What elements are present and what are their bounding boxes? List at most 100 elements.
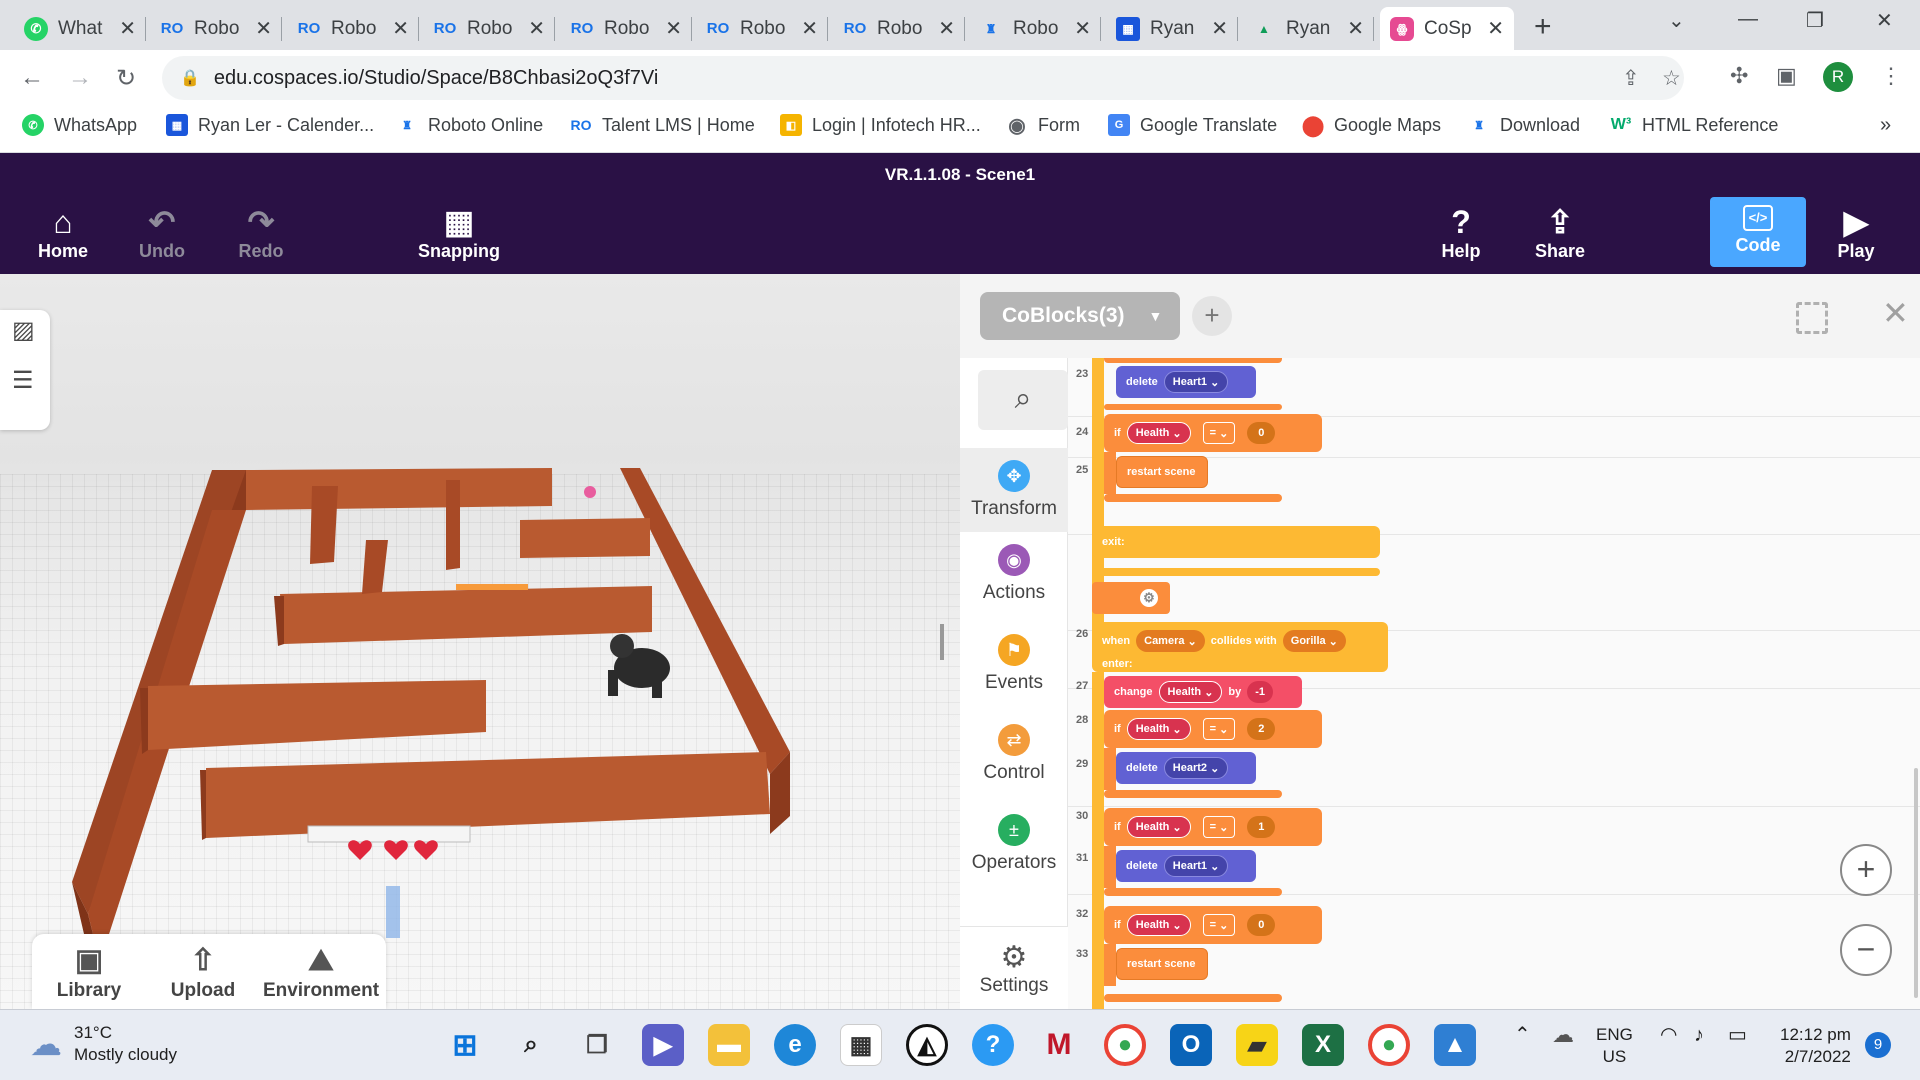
forward-arrow-icon[interactable]: → bbox=[68, 64, 92, 92]
panel-resize-handle[interactable] bbox=[940, 624, 944, 660]
list-icon[interactable]: ☰ bbox=[12, 366, 34, 395]
number-input[interactable]: -1 bbox=[1247, 681, 1274, 703]
help-button[interactable]: ? Help bbox=[1416, 203, 1506, 262]
close-icon[interactable]: ✕ bbox=[119, 16, 136, 41]
if-block[interactable]: if Health ⌄ = ⌄ 2 bbox=[1104, 710, 1322, 748]
tab-robo-2[interactable]: RO Robo ✕ bbox=[287, 7, 419, 50]
bookmark-google-maps[interactable]: ⬤ Google Maps bbox=[1302, 114, 1441, 137]
close-icon[interactable]: ✕ bbox=[801, 16, 818, 41]
block-settings-tab[interactable]: ⚙ bbox=[1092, 582, 1170, 614]
tab-ryan-drive[interactable]: ▲ Ryan ✕ bbox=[1242, 7, 1374, 50]
close-icon[interactable]: ✕ bbox=[528, 16, 545, 41]
minimize-icon[interactable]: — bbox=[1738, 8, 1758, 31]
number-input[interactable]: 0 bbox=[1247, 422, 1276, 444]
close-window-icon[interactable]: ✕ bbox=[1876, 8, 1893, 33]
edge-icon[interactable]: e bbox=[774, 1024, 816, 1066]
coblocks-tab[interactable]: CoBlocks(3) ▼ bbox=[980, 292, 1180, 340]
chrome-icon[interactable]: ● bbox=[1368, 1024, 1410, 1066]
snapping-button[interactable]: ▦ Snapping bbox=[414, 203, 504, 262]
extensions-puzzle-icon[interactable]: ✣ bbox=[1730, 63, 1748, 89]
delete-block[interactable]: delete Heart1 ⌄ bbox=[1116, 850, 1256, 882]
variable-dropdown[interactable]: Health ⌄ bbox=[1158, 681, 1223, 703]
workspace-scrollbar[interactable] bbox=[1914, 768, 1918, 998]
upload-button[interactable]: ⇧ Upload bbox=[148, 942, 258, 1002]
variable-dropdown[interactable]: Health ⌄ bbox=[1126, 718, 1191, 740]
url-field[interactable]: 🔒 edu.cospaces.io/Studio/Space/B8Chbasi2… bbox=[162, 56, 1684, 100]
zoom-out-button[interactable]: − bbox=[1840, 924, 1892, 976]
category-transform[interactable]: ✥ Transform bbox=[960, 448, 1068, 532]
clock[interactable]: 12:12 pm 2/7/2022 bbox=[1780, 1024, 1851, 1068]
outlook-icon[interactable]: O bbox=[1170, 1024, 1212, 1066]
close-icon[interactable]: ✕ bbox=[1074, 16, 1091, 41]
close-icon[interactable]: ✕ bbox=[938, 16, 955, 41]
if-block[interactable]: if Health ⌄ = ⌄ 1 bbox=[1104, 808, 1322, 846]
bookmark-whatsapp[interactable]: ✆ WhatsApp bbox=[22, 114, 137, 136]
bookmark-star-icon[interactable]: ☆ bbox=[1662, 66, 1681, 91]
object-dropdown[interactable]: Heart2 ⌄ bbox=[1163, 757, 1229, 779]
volume-icon[interactable]: ♪ bbox=[1694, 1024, 1704, 1046]
tab-ryan-calendar[interactable]: ▦ Ryan ✕ bbox=[1106, 7, 1238, 50]
category-operators[interactable]: ± Operators bbox=[960, 814, 1068, 874]
gear-icon[interactable]: ⚙ bbox=[1140, 589, 1158, 607]
search-icon[interactable]: ⌕ bbox=[510, 1024, 552, 1066]
tab-robo-6[interactable]: RO Robo ✕ bbox=[833, 7, 965, 50]
sticky-notes-icon[interactable]: ▰ bbox=[1236, 1024, 1278, 1066]
redo-button[interactable]: ↷ Redo bbox=[216, 203, 306, 262]
side-panel-icon[interactable]: ▣ bbox=[1776, 63, 1797, 89]
number-input[interactable]: 1 bbox=[1247, 816, 1276, 838]
scene-viewport[interactable]: ▨ ☰ ▣ Library ⇧ Upload ⛰ Environment bbox=[0, 274, 960, 1009]
variable-dropdown[interactable]: Health ⌄ bbox=[1126, 422, 1191, 444]
close-icon[interactable]: ✕ bbox=[1347, 16, 1364, 41]
excel-icon[interactable]: X bbox=[1302, 1024, 1344, 1066]
start-icon[interactable]: ⊞ bbox=[444, 1024, 486, 1066]
variable-dropdown[interactable]: Health ⌄ bbox=[1126, 914, 1191, 936]
tab-cospaces[interactable]: ꙮ CoSp ✕ bbox=[1380, 7, 1514, 50]
photos-icon[interactable]: ▲ bbox=[1434, 1024, 1476, 1066]
new-tab-button[interactable]: + bbox=[1534, 10, 1552, 44]
operator-dropdown[interactable]: = ⌄ bbox=[1202, 914, 1236, 936]
settings-button[interactable]: ⚙ Settings bbox=[960, 926, 1068, 1009]
delete-block[interactable]: delete Heart2 ⌄ bbox=[1116, 752, 1256, 784]
onedrive-cloud-icon[interactable]: ☁ bbox=[1552, 1024, 1574, 1046]
object-dropdown[interactable]: Heart1 ⌄ bbox=[1163, 855, 1229, 877]
file-explorer-icon[interactable]: ▬ bbox=[708, 1024, 750, 1066]
app-icon[interactable]: ? bbox=[972, 1024, 1014, 1066]
object-dropdown[interactable]: Camera ⌄ bbox=[1136, 630, 1205, 652]
delete-block[interactable]: delete Heart1 ⌄ bbox=[1116, 366, 1256, 398]
if-block[interactable]: if Health ⌄ = ⌄ 0 bbox=[1104, 414, 1322, 452]
search-icon[interactable]: ⌕ bbox=[978, 370, 1068, 430]
bookmark-download[interactable]: ♜ Download bbox=[1468, 114, 1580, 136]
share-page-icon[interactable]: ⇪ bbox=[1622, 66, 1640, 91]
environment-button[interactable]: ⛰ Environment bbox=[260, 942, 382, 1002]
play-button[interactable]: ▶ Play bbox=[1811, 203, 1901, 262]
language-indicator[interactable]: ENG US bbox=[1596, 1024, 1633, 1068]
change-variable-block[interactable]: change Health ⌄ by -1 bbox=[1104, 676, 1302, 708]
object-dropdown[interactable]: Heart1 ⌄ bbox=[1163, 371, 1229, 393]
category-events[interactable]: ⚑ Events bbox=[960, 634, 1068, 694]
restore-icon[interactable]: ❐ bbox=[1806, 8, 1824, 33]
library-button[interactable]: ▣ Library bbox=[34, 942, 144, 1002]
tab-search-chevron-icon[interactable]: ⌄ bbox=[1668, 8, 1685, 33]
gallery-icon[interactable]: ▨ bbox=[12, 316, 35, 345]
chrome-icon[interactable]: ● bbox=[1104, 1024, 1146, 1066]
mcafee-icon[interactable]: M bbox=[1038, 1024, 1080, 1066]
operator-dropdown[interactable]: = ⌄ bbox=[1202, 816, 1236, 838]
category-control[interactable]: ⇄ Control bbox=[960, 724, 1068, 784]
wifi-icon[interactable]: ◠ bbox=[1660, 1024, 1677, 1046]
zoom-in-button[interactable]: + bbox=[1840, 844, 1892, 896]
bookmark-roboto-online[interactable]: ♜ Roboto Online bbox=[396, 114, 543, 136]
chevron-up-icon[interactable]: ⌃ bbox=[1514, 1024, 1531, 1046]
fullscreen-icon[interactable] bbox=[1796, 302, 1828, 334]
tab-robo-7[interactable]: ♜ Robo ✕ bbox=[969, 7, 1101, 50]
close-icon[interactable]: ✕ bbox=[1882, 294, 1909, 332]
tab-robo-4[interactable]: RO Robo ✕ bbox=[560, 7, 692, 50]
restart-scene-block[interactable]: restart scene bbox=[1116, 456, 1208, 488]
tab-whatsapp[interactable]: ✆ What ✕ bbox=[14, 7, 146, 50]
maze-scene[interactable] bbox=[0, 274, 960, 1009]
close-icon[interactable]: ✕ bbox=[392, 16, 409, 41]
bookmark-html-reference[interactable]: W³ HTML Reference bbox=[1610, 114, 1779, 136]
code-workspace[interactable]: 23 24 25 26 27 28 29 30 31 32 33 delete … bbox=[1068, 358, 1920, 1009]
tab-robo-5[interactable]: RO Robo ✕ bbox=[696, 7, 828, 50]
bookmark-infotech[interactable]: ◧ Login | Infotech HR... bbox=[780, 114, 981, 136]
code-button[interactable]: </> Code bbox=[1710, 197, 1806, 267]
